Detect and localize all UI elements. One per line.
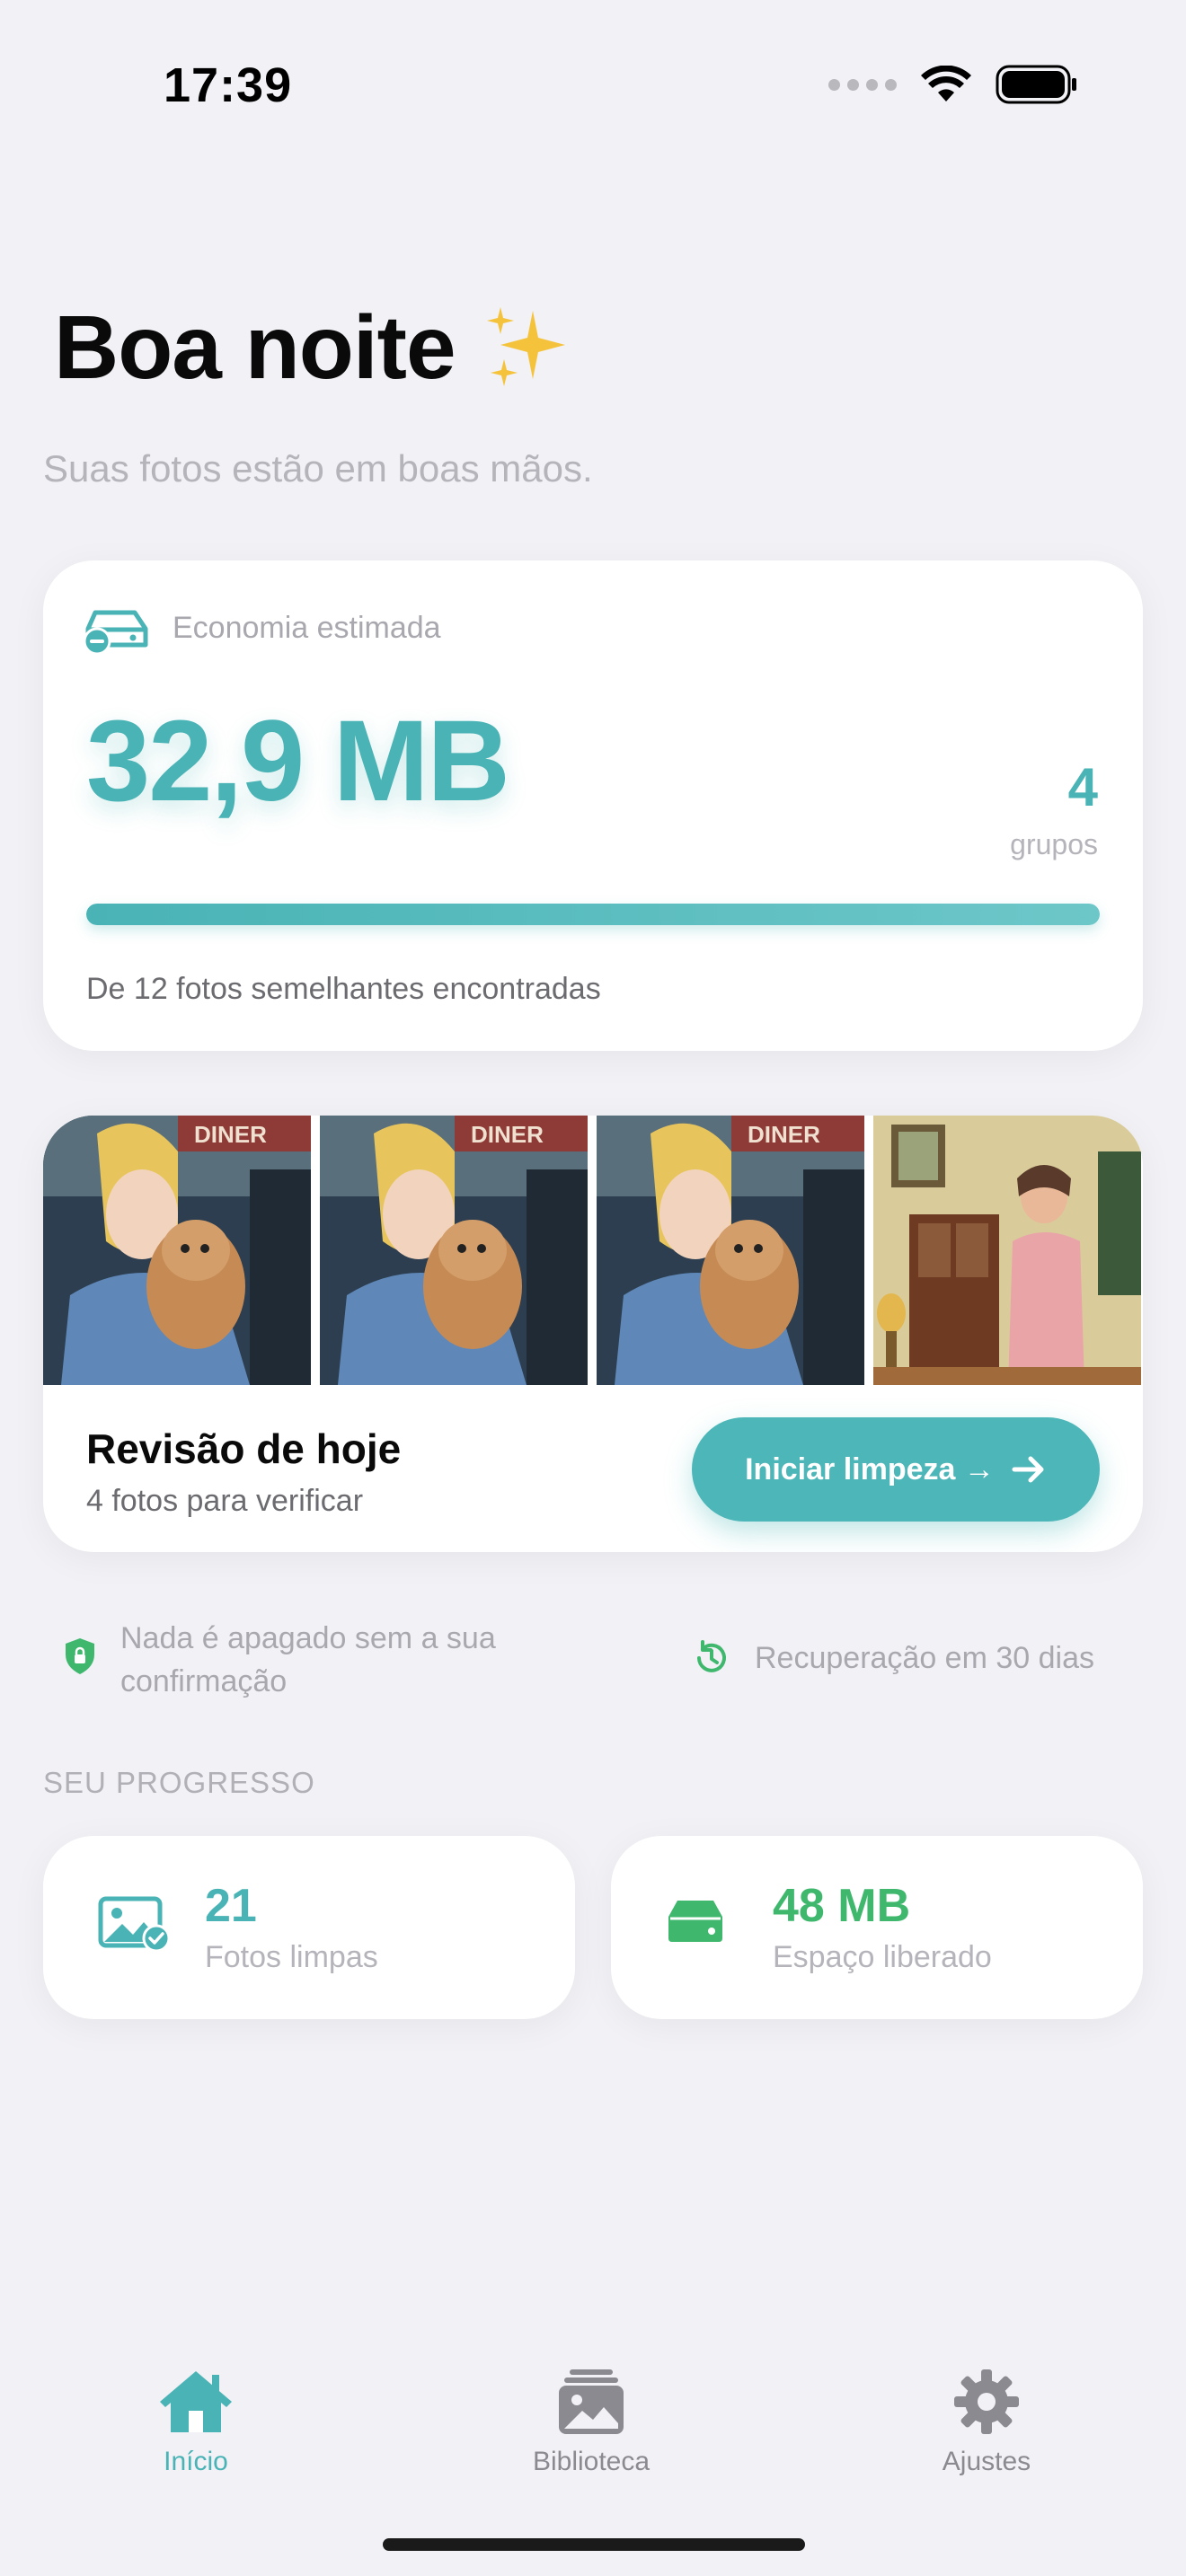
savings-progress-fill xyxy=(86,904,1100,925)
tab-ajustes[interactable]: Ajustes xyxy=(870,2368,1103,2477)
arrow-right-icon xyxy=(1012,1456,1044,1483)
tab-inicio[interactable]: Início xyxy=(79,2368,313,2477)
photo-thumbnail[interactable]: DINER xyxy=(43,1116,313,1385)
stat-value-space: 48 MB xyxy=(773,1880,911,1932)
greeting-title: Boa noite xyxy=(54,296,571,400)
safety-note: Nada é apagado sem a sua confirmação xyxy=(63,1617,552,1703)
savings-amount: 32,9 MB xyxy=(86,697,510,825)
groups-label: grupos xyxy=(1010,828,1098,860)
tab-biblioteca[interactable]: Biblioteca xyxy=(474,2368,708,2477)
photo-check-icon xyxy=(98,1896,171,1953)
photo-thumbnail[interactable]: DINER xyxy=(320,1116,589,1385)
girl-with-puppy-photo: DINER xyxy=(597,1116,864,1385)
tab-label-inicio: Início xyxy=(164,2447,228,2476)
shield-lock-icon xyxy=(66,1638,94,1674)
diner-sign-text: DINER xyxy=(471,1121,544,1148)
diner-sign-text: DINER xyxy=(748,1121,820,1148)
photo-library-icon xyxy=(559,2369,624,2434)
savings-progress-bar xyxy=(86,904,1100,925)
start-cleanup-label: Iniciar limpeza → xyxy=(745,1451,995,1486)
recovery-text: Recuperação em 30 dias xyxy=(755,1641,1095,1675)
man-in-living-room-photo xyxy=(873,1116,1141,1385)
cellular-signal-icon xyxy=(828,78,897,91)
girl-with-puppy-photo: DINER xyxy=(320,1116,588,1385)
recovery-note: Recuperação em 30 dias xyxy=(692,1636,1094,1680)
review-subtitle: 4 fotos para verificar xyxy=(86,1484,364,1518)
savings-caption: De 12 fotos semelhantes encontradas xyxy=(86,972,601,1006)
groups-count: 4 xyxy=(1067,757,1098,817)
greeting-text: Boa noite xyxy=(54,297,456,398)
status-indicators xyxy=(828,65,1078,104)
drive-icon xyxy=(668,1901,722,1942)
sparkles-icon xyxy=(486,306,565,386)
stat-label-photos: Fotos limpas xyxy=(205,1940,378,1974)
photo-thumbnails: DINER DINER DINER xyxy=(43,1116,1143,1385)
savings-card[interactable]: Economia estimada 32,9 MB 4 grupos De 12… xyxy=(43,560,1143,1051)
stat-card-space-freed[interactable]: 48 MB Espaço liberado xyxy=(611,1836,1143,2019)
home-indicator[interactable] xyxy=(383,2538,805,2551)
photo-thumbnail[interactable]: DINER xyxy=(597,1116,866,1385)
stat-label-space: Espaço liberado xyxy=(773,1940,992,1974)
wifi-icon xyxy=(921,66,971,101)
review-title: Revisão de hoje xyxy=(86,1425,402,1472)
diner-sign-text: DINER xyxy=(194,1121,267,1148)
review-card[interactable]: DINER DINER DINER Revisão de hoje 4 foto… xyxy=(43,1116,1143,1552)
savings-label: Economia estimada xyxy=(173,611,441,645)
gear-icon xyxy=(954,2369,1019,2434)
photo-thumbnail[interactable] xyxy=(873,1116,1143,1385)
status-time: 17:39 xyxy=(164,58,293,112)
tab-label-ajustes: Ajustes xyxy=(942,2447,1031,2476)
stat-value-photos: 21 xyxy=(205,1880,257,1932)
progress-section-title: SEU PROGRESSO xyxy=(43,1766,315,1799)
history-icon xyxy=(697,1640,726,1672)
subtitle: Suas fotos estão em boas mãos. xyxy=(43,447,593,490)
start-cleanup-button[interactable]: Iniciar limpeza → xyxy=(692,1417,1100,1522)
safety-text: Nada é apagado sem a sua confirmação xyxy=(120,1621,496,1698)
battery-icon xyxy=(996,65,1076,104)
tab-label-biblioteca: Biblioteca xyxy=(532,2447,651,2476)
girl-with-puppy-photo: DINER xyxy=(43,1116,311,1385)
drive-minus-icon xyxy=(83,610,148,656)
stat-card-photos-cleaned[interactable]: 21 Fotos limpas xyxy=(43,1836,575,2019)
home-icon xyxy=(160,2371,232,2432)
